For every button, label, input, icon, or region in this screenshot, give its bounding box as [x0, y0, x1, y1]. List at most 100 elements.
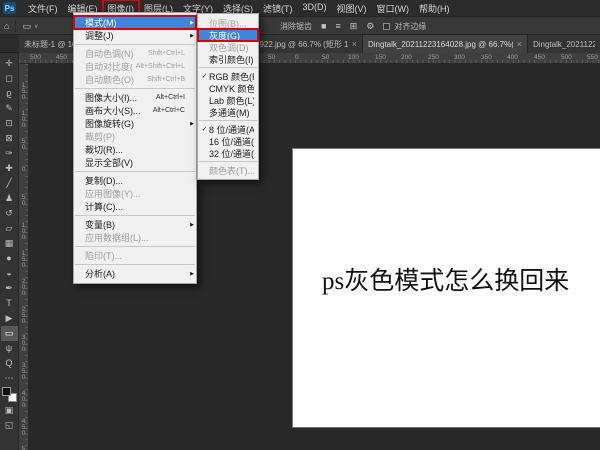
menu-item[interactable]: 变量(B) ▶ — [74, 218, 196, 231]
eyedropper-tool[interactable]: ✑ — [1, 146, 18, 161]
menu-item[interactable]: 显示全部(V) — [74, 156, 196, 169]
crop-tool[interactable]: ⊡ — [1, 116, 18, 131]
ruler-label: 150 — [20, 82, 27, 100]
zoom-tool[interactable]: Q — [1, 356, 18, 371]
ruler-label: 400 — [507, 54, 518, 61]
menu-item[interactable]: ✓ 8 位/通道(A) — [198, 123, 258, 135]
ruler-label: 450 — [20, 418, 27, 436]
tab-close-icon[interactable]: × — [517, 39, 522, 49]
document-tab[interactable]: Dingtalk_20211223164028.jpg @ 66.7%(RGB/… — [363, 35, 528, 53]
document-tab[interactable]: Dingtalk_20211223165 — [528, 35, 600, 53]
menu-item[interactable]: 计算(C)... — [74, 200, 196, 213]
menu-item-label: 裁剪(P) — [85, 132, 115, 142]
menubar-item[interactable]: 滤镜(T) — [258, 0, 298, 17]
menubar-item[interactable]: 文件(F) — [23, 0, 63, 17]
menu-item[interactable]: 画布大小(S)... Alt+Ctrl+C — [74, 104, 196, 117]
align-edges-checkbox-group[interactable]: 对齐边缘 — [383, 21, 426, 32]
menu-item-label: 模式(M) — [85, 18, 117, 28]
menu-item[interactable]: 分析(A) ▶ — [74, 267, 196, 280]
lasso-tool[interactable]: ϱ — [1, 86, 18, 101]
photoshop-logo: Ps — [3, 2, 16, 14]
ruler-label: 100 — [20, 110, 27, 128]
menu-item-label: 变量(B) — [85, 220, 115, 230]
frame-tool[interactable]: ⊠ — [1, 131, 18, 146]
menu-item: 裁剪(P) — [74, 130, 196, 143]
submenu-arrow-icon: ▶ — [190, 33, 194, 39]
menu-item[interactable]: 图像旋转(G) ▶ — [74, 117, 196, 130]
menubar-item[interactable]: 窗口(W) — [372, 0, 415, 17]
path-operations-icon[interactable]: ■ — [321, 21, 326, 31]
menu-item: 双色调(D) — [198, 41, 258, 53]
menu-item-label: 调整(J) — [85, 31, 114, 41]
submenu-arrow-icon: ▶ — [190, 20, 194, 26]
menu-item: 自动颜色(O) Shift+Ctrl+B — [74, 73, 196, 86]
blur-tool[interactable]: ● — [1, 251, 18, 266]
pen-tool[interactable]: ✒ — [1, 281, 18, 296]
menu-separator — [75, 215, 195, 216]
move-tool[interactable]: ✛ — [1, 56, 18, 71]
photoshop-window: Ps 文件(F) 编辑(E) 图像(I) 图层(L) 文字(Y) 选择(S) 滤镜(T) 3D… — [0, 0, 600, 450]
marquee-tool[interactable]: ◻ — [1, 71, 18, 86]
menu-item[interactable]: 裁切(R)... — [74, 143, 196, 156]
menu-item[interactable]: CMYK 颜色(C) — [198, 82, 258, 94]
menu-item[interactable]: 32 位/通道(H) — [198, 147, 258, 159]
ruler-label: 550 — [587, 54, 598, 61]
gradient-tool[interactable]: ▦ — [1, 236, 18, 251]
tab-close-icon[interactable]: × — [352, 39, 357, 49]
quick-selection-tool[interactable]: ✎ — [1, 101, 18, 116]
rectangle-tool-preset-icon[interactable]: ▭ — [22, 21, 31, 31]
ruler-label: 100 — [348, 54, 359, 61]
type-tool[interactable]: T — [1, 296, 18, 311]
screen-mode-button[interactable]: ◱ — [1, 418, 18, 433]
home-icon[interactable]: ⌂ — [4, 21, 9, 31]
menu-separator — [199, 161, 257, 162]
menu-item[interactable]: 索引颜色(I)... — [198, 53, 258, 65]
color-swatches[interactable] — [1, 387, 17, 402]
options-left-group: ⌂ ▭ ∨ — [4, 17, 38, 35]
menu-item[interactable]: 灰度(G) — [197, 28, 259, 42]
menubar-item[interactable]: 3D(D) — [298, 0, 332, 17]
options-separator — [15, 20, 17, 32]
menu-separator — [75, 246, 195, 247]
menu-item-label: 陷印(T)... — [85, 251, 122, 261]
menu-item[interactable]: 模式(M) ▶ — [73, 15, 197, 30]
menu-separator — [75, 44, 195, 45]
clone-stamp-tool[interactable]: ♟ — [1, 191, 18, 206]
menu-item: 位图(B)... — [198, 17, 258, 29]
ruler-label: 300 — [454, 54, 465, 61]
ruler-label: 250 — [20, 306, 27, 324]
dodge-tool[interactable]: ◒ — [1, 266, 18, 281]
menu-shortcut: Shift+Ctrl+L — [148, 50, 185, 57]
menu-item-label: 索引颜色(I)... — [209, 54, 254, 65]
menu-item[interactable]: 复制(D)... — [74, 174, 196, 187]
menu-item[interactable]: 图像大小(I)... Alt+Ctrl+I — [74, 91, 196, 104]
menubar-item[interactable]: 帮助(H) — [414, 0, 455, 17]
arrange-icon[interactable]: ⊞ — [350, 21, 358, 31]
align-edges-checkbox[interactable] — [383, 22, 391, 30]
menu-item[interactable]: 调整(J) ▶ — [74, 29, 196, 42]
caret-down-icon[interactable]: ∨ — [34, 23, 38, 30]
eraser-tool[interactable]: ▱ — [1, 221, 18, 236]
rectangle-tool[interactable]: ▭ — [0, 326, 18, 341]
menubar-item[interactable]: 视图(V) — [332, 0, 372, 17]
ruler-label: 100 — [20, 222, 27, 240]
hand-tool[interactable]: ψ — [1, 341, 18, 356]
history-brush-tool[interactable]: ↺ — [1, 206, 18, 221]
more-tools[interactable]: ⋯ — [1, 371, 18, 386]
foreground-color-swatch[interactable] — [1, 387, 11, 396]
path-selection-tool[interactable]: ▶ — [1, 311, 18, 326]
quick-mask-button[interactable]: ▣ — [1, 403, 18, 418]
menu-item: 颜色表(T)... — [198, 164, 258, 176]
brush-tool[interactable]: ╱ — [1, 176, 18, 191]
menu-item[interactable]: ✓RGB 颜色(R) — [198, 70, 258, 82]
menu-separator — [199, 120, 257, 121]
menu-item[interactable]: Lab 颜色(L) — [198, 94, 258, 106]
menu-separator — [75, 264, 195, 265]
ruler-label: 200 — [401, 54, 412, 61]
align-icon[interactable]: ≡ — [335, 21, 340, 31]
gear-icon[interactable]: ⚙ — [366, 21, 374, 31]
healing-brush-tool[interactable]: ✚ — [1, 161, 18, 176]
menu-item[interactable]: 16 位/通道(N) — [198, 135, 258, 147]
menu-item[interactable]: 多通道(M) — [198, 106, 258, 118]
ruler-label: 0 — [20, 166, 27, 172]
